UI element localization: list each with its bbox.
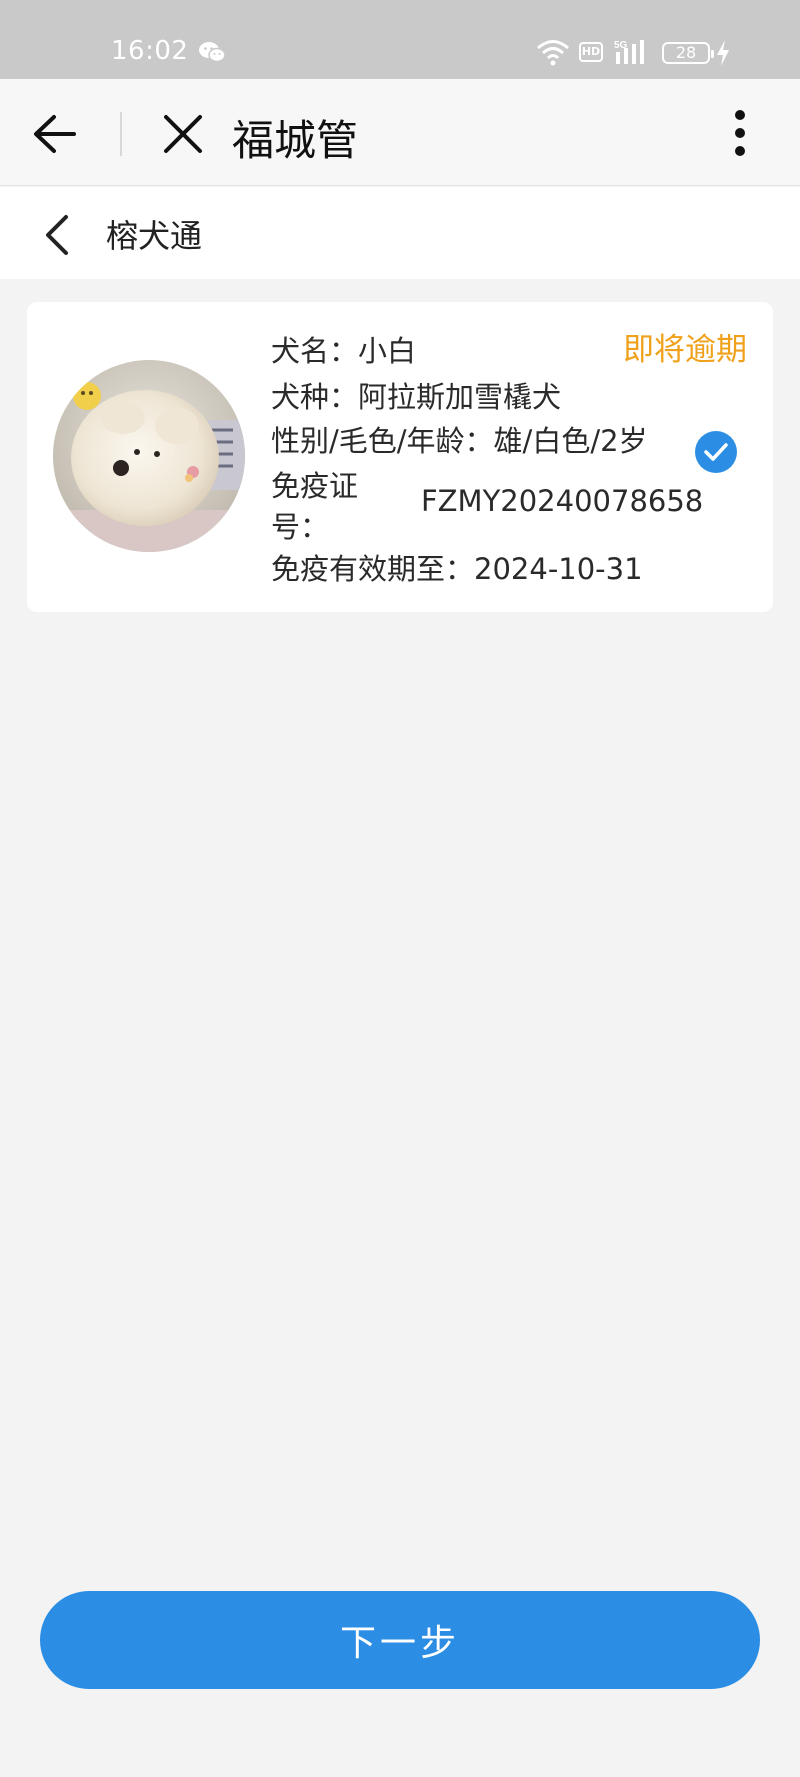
dog-name-row: 犬名：小白: [271, 328, 416, 370]
dog-name-value: 小白: [358, 334, 417, 368]
dog-breed-row: 犬种：阿拉斯加雪橇犬: [271, 374, 561, 416]
close-icon[interactable]: [160, 111, 206, 157]
selected-check-icon[interactable]: [694, 430, 738, 474]
dog-attributes-label: 性别/毛色/年龄：: [271, 424, 494, 458]
battery-indicator: 28: [662, 42, 714, 64]
vaccine-cert-value: FZMY20240078658: [421, 484, 704, 518]
charging-icon: [717, 40, 729, 66]
page-title: 榕犬通: [106, 217, 203, 255]
chevron-left-icon[interactable]: [42, 213, 72, 257]
wechat-icon: [199, 42, 226, 63]
vaccine-expiry-value: 2024-10-31: [474, 552, 643, 586]
back-arrow-icon[interactable]: [30, 109, 80, 159]
vaccine-expiry-label: 免疫有效期至：: [271, 552, 475, 586]
vaccine-cert-label: 免疫证号：: [271, 469, 359, 544]
dog-attributes-row: 性别/毛色/年龄：雄/白色/2岁: [271, 418, 648, 460]
signal-5g-icon: 5G: [614, 40, 644, 64]
app-title: 福城管: [232, 116, 359, 165]
dog-name-label: 犬名：: [271, 334, 359, 368]
dog-breed-value: 阿拉斯加雪橇犬: [358, 380, 562, 414]
dog-photo: [53, 360, 245, 552]
app-bar-divider: [120, 112, 122, 156]
dog-attributes-value: 雄/白色/2岁: [493, 424, 648, 458]
vaccine-expiry-row: 免疫有效期至：2024-10-31: [271, 546, 643, 588]
more-options-icon[interactable]: [730, 107, 750, 159]
wifi-icon: [537, 40, 569, 66]
status-bar: 16:02 HD 5G 28: [0, 0, 800, 79]
status-time: 16:02: [111, 36, 189, 66]
status-badge: 即将逾期: [623, 332, 747, 368]
app-bar: 福城管: [0, 79, 800, 186]
page-header: 榕犬通: [0, 187, 800, 279]
dog-card[interactable]: 即将逾期 犬名：小白 犬种：阿拉斯加雪橇犬 性别/毛色/年龄：雄/白色/2岁 免…: [27, 302, 773, 612]
dog-breed-label: 犬种：: [271, 380, 359, 414]
next-step-button[interactable]: 下一步: [40, 1591, 760, 1689]
hd-badge: HD: [579, 42, 603, 62]
